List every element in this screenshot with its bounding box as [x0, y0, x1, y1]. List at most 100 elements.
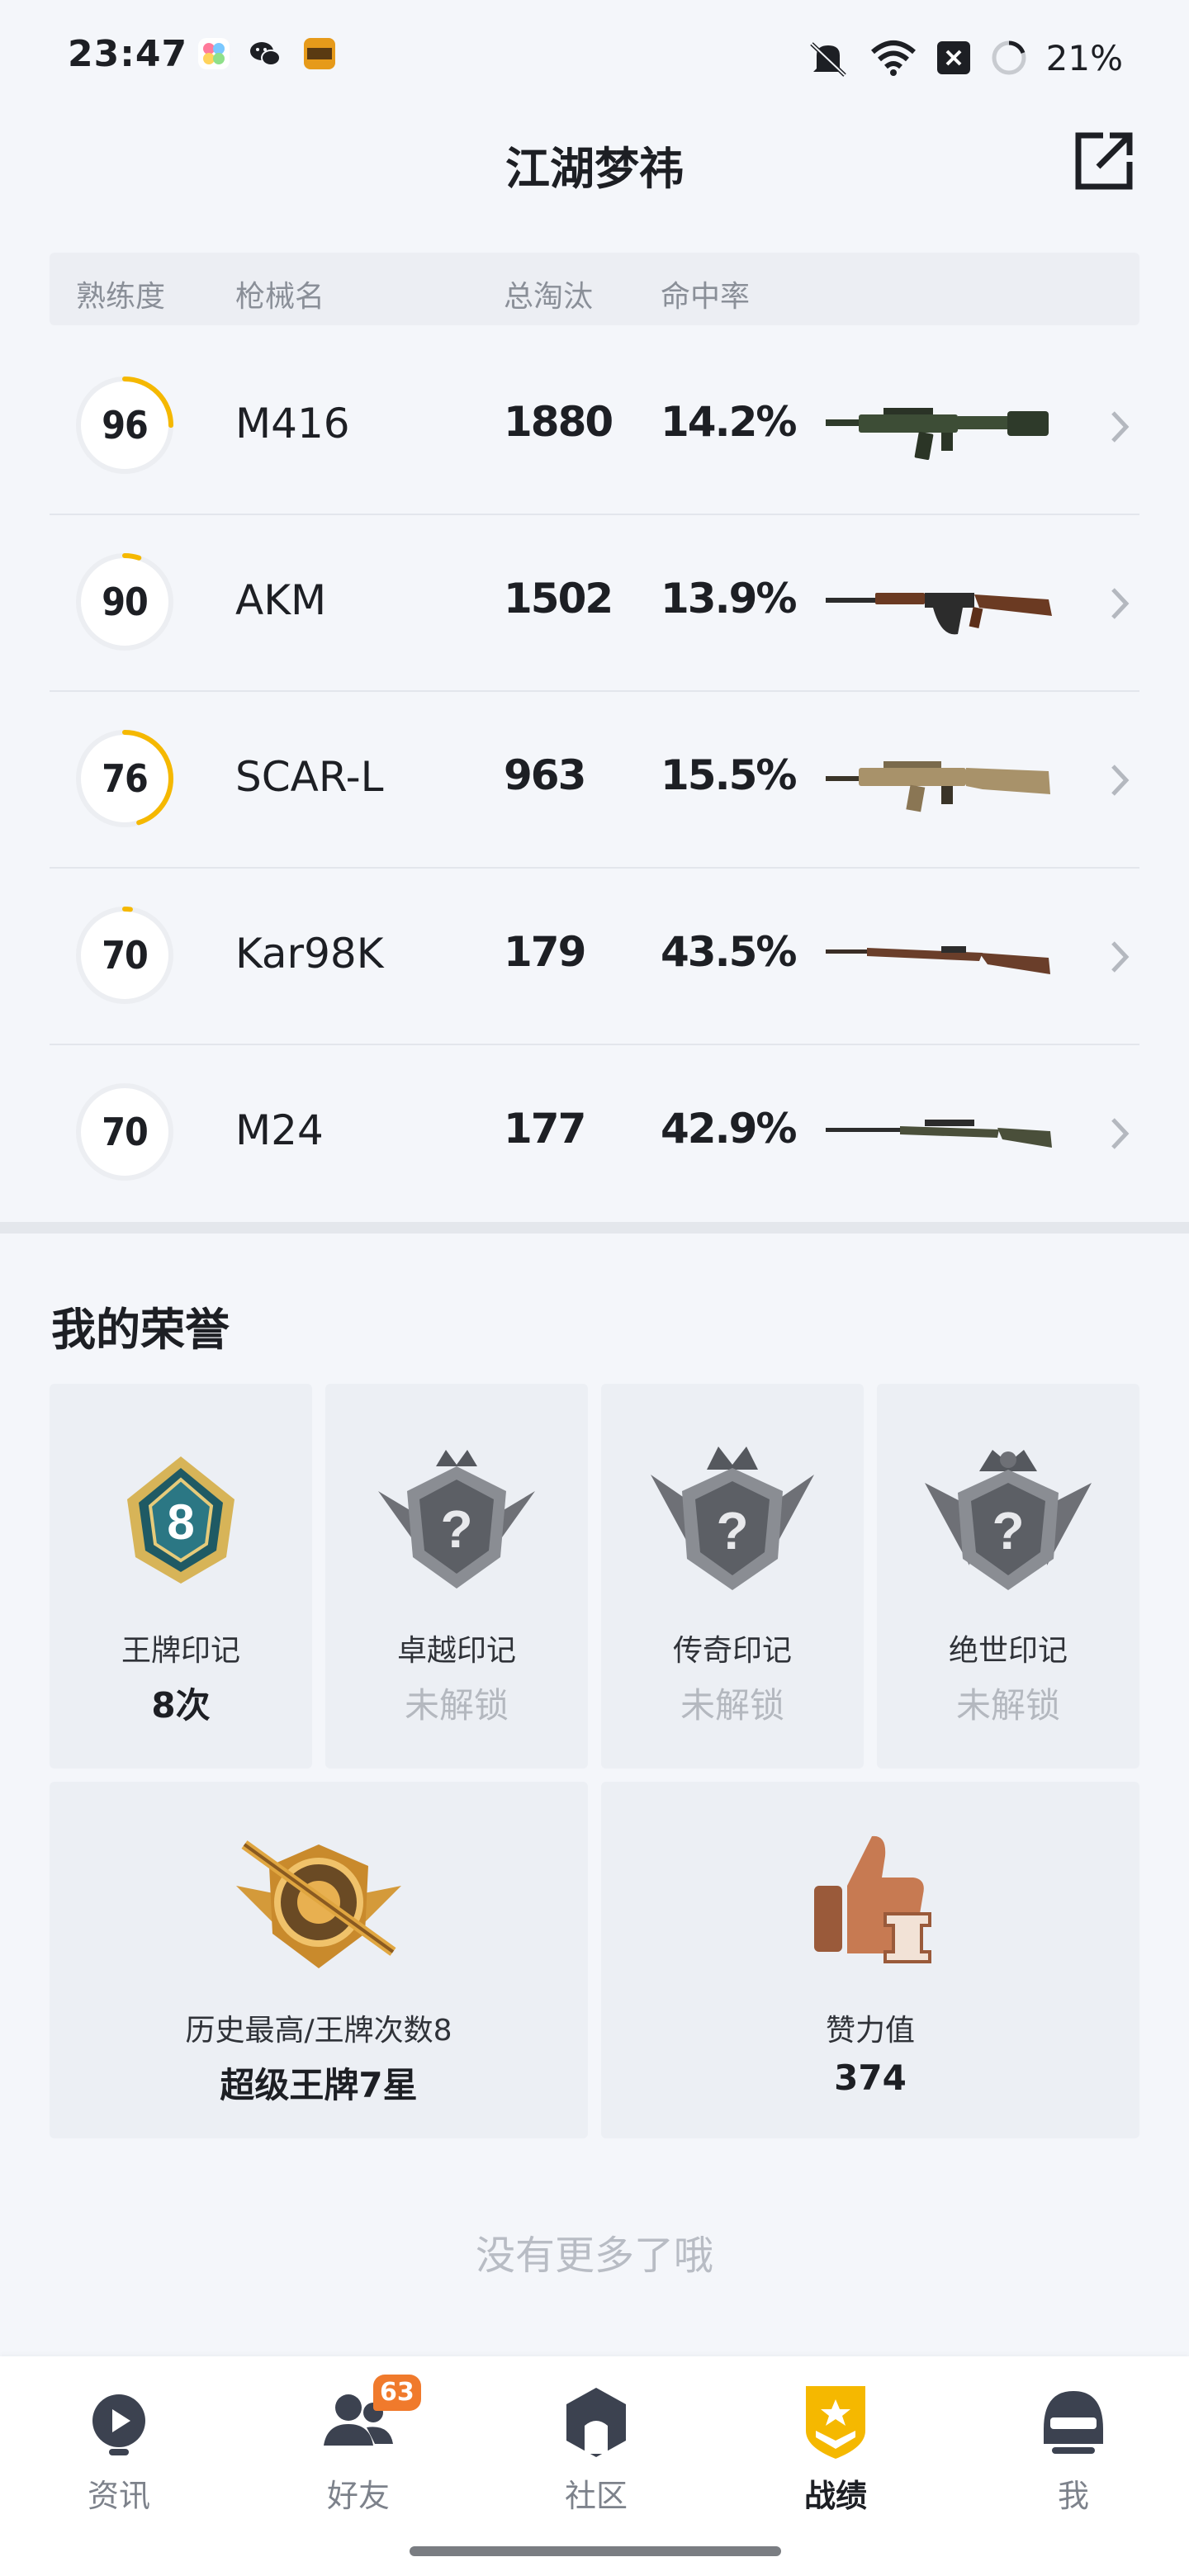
column-accuracy: 命中率 — [661, 280, 751, 314]
weapon-table-header: 熟练度 枪械名 总淘汰 命中率 — [50, 253, 1139, 325]
honor-card-excellence-seal[interactable]: ? 卓越印记 未解锁 — [325, 1384, 588, 1769]
honor-card-legend-seal[interactable]: ? 传奇印记 未解锁 — [601, 1384, 864, 1769]
record-badge-icon — [806, 2386, 865, 2459]
chevron-right-icon — [1111, 588, 1130, 619]
proficiency-value: 70 — [102, 933, 149, 978]
photos-app-icon — [198, 38, 230, 69]
share-external-icon[interactable] — [1070, 127, 1138, 195]
ace-seal-number: 8 — [167, 1494, 194, 1550]
chevron-right-icon — [1111, 765, 1130, 796]
honor-name: 卓越印记 — [396, 1634, 516, 1668]
nav-record[interactable]: 战绩 — [753, 2379, 918, 2545]
weapon-list: 96 M416 1880 14.2% 90 AKM 1502 13.9% 76 … — [50, 339, 1139, 1222]
honor-name: 赞力值 — [825, 2014, 915, 2048]
excellence-seal-badge-icon: ? — [378, 1450, 535, 1589]
legend-seal-badge-icon: ? — [651, 1447, 814, 1590]
svg-text:?: ? — [440, 1499, 472, 1559]
honor-card-highest-rank[interactable]: 历史最高/王牌次数8 超级王牌7星 — [50, 1782, 588, 2138]
nav-me[interactable]: 我 — [991, 2379, 1156, 2545]
proficiency-value: 76 — [102, 756, 149, 801]
nav-label: 资讯 — [87, 2478, 150, 2514]
friends-count-badge: 63 — [373, 2375, 421, 2411]
wechat-icon — [250, 42, 281, 66]
honor-value: 超级王牌7星 — [220, 2065, 418, 2105]
honor-name: 传奇印记 — [672, 1634, 792, 1668]
weapon-kills: 1502 — [504, 575, 613, 623]
honor-value: 未解锁 — [404, 1685, 509, 1726]
weapon-kills: 179 — [504, 928, 586, 976]
peerless-seal-badge-icon: ? — [925, 1450, 1092, 1590]
nav-label: 好友 — [326, 2478, 390, 2514]
akm-rifle-icon — [826, 593, 1052, 635]
mute-icon — [809, 42, 846, 77]
battery-ring-icon — [992, 40, 1026, 75]
status-bar: 23:47 21% — [0, 0, 1189, 116]
m24-rifle-icon — [826, 1120, 1052, 1148]
status-time: 23:47 — [68, 33, 188, 75]
weapon-row[interactable]: 90 AKM 1502 13.9% — [50, 515, 1139, 692]
weapon-accuracy: 14.2% — [661, 398, 797, 446]
game-app-icon — [304, 38, 335, 69]
honor-card-ace-seal[interactable]: 8 王牌印记 8次 — [50, 1384, 312, 1769]
chevron-right-icon — [1111, 411, 1130, 443]
column-kills: 总淘汰 — [504, 280, 594, 314]
nav-label: 我 — [1057, 2478, 1089, 2514]
proficiency-value: 70 — [102, 1110, 149, 1154]
honor-value: 8次 — [151, 1685, 211, 1726]
home-indicator[interactable] — [410, 2546, 781, 2556]
battery-percent: 21% — [1045, 37, 1123, 78]
proficiency-value: 96 — [102, 403, 149, 447]
weapon-name: M24 — [235, 1106, 324, 1154]
weapon-kills: 1880 — [504, 398, 613, 446]
nav-news[interactable]: 资讯 — [36, 2379, 201, 2545]
weapon-row[interactable]: 76 SCAR-L 963 15.5% — [50, 692, 1139, 869]
weapon-name: SCAR-L — [235, 753, 384, 801]
honor-value: 未解锁 — [680, 1685, 784, 1726]
proficiency-value: 90 — [102, 580, 149, 624]
weapon-row[interactable]: 70 M24 177 42.9% — [50, 1045, 1139, 1222]
weapon-accuracy: 15.5% — [661, 751, 797, 799]
nav-community[interactable]: 社区 — [514, 2379, 679, 2545]
nav-friends[interactable]: 63 好友 — [276, 2375, 441, 2545]
end-of-list-text: 没有更多了哦 — [475, 2233, 713, 2279]
honor-value: 未解锁 — [955, 1685, 1060, 1726]
honor-card-peerless-seal[interactable]: ? 绝世印记 未解锁 — [877, 1384, 1139, 1769]
honors-title: 我的荣誉 — [51, 1304, 230, 1356]
m416-rifle-icon — [826, 408, 1049, 461]
honor-name: 绝世印记 — [948, 1634, 1068, 1668]
weapon-row[interactable]: 70 Kar98K 179 43.5% — [50, 869, 1139, 1045]
nav-label: 社区 — [564, 2478, 628, 2514]
column-gun-name: 枪械名 — [235, 280, 325, 314]
svg-text:?: ? — [992, 1501, 1024, 1560]
weapon-accuracy: 42.9% — [661, 1105, 797, 1153]
super-ace-rank-badge-icon — [236, 1840, 401, 1968]
honor-name: 历史最高/王牌次数8 — [185, 2014, 452, 2048]
honor-value: 374 — [834, 2057, 907, 2098]
ace-seal-badge-icon: 8 — [127, 1456, 234, 1584]
svg-text:?: ? — [716, 1501, 748, 1560]
bottom-nav: 资讯 63 好友 社区 战绩 我 — [0, 2356, 1189, 2576]
weapon-name: M416 — [235, 400, 350, 447]
news-icon — [92, 2394, 145, 2455]
weapon-row[interactable]: 96 M416 1880 14.2% — [50, 339, 1139, 515]
scarl-rifle-icon — [826, 761, 1050, 812]
helmet-profile-icon — [1044, 2391, 1103, 2454]
page-title: 江湖梦祎 — [505, 143, 684, 195]
section-divider — [0, 1222, 1189, 1234]
chevron-right-icon — [1111, 941, 1130, 973]
chevron-right-icon — [1111, 1118, 1130, 1149]
weapon-accuracy: 43.5% — [661, 928, 797, 976]
honor-card-praise-value[interactable]: 赞力值 374 — [601, 1782, 1139, 2138]
wifi-icon — [870, 40, 916, 76]
kar98k-rifle-icon — [826, 946, 1050, 974]
sim-off-icon — [936, 41, 970, 74]
column-proficiency: 熟练度 — [76, 280, 166, 314]
weapon-name: Kar98K — [235, 930, 384, 978]
community-icon — [566, 2388, 626, 2457]
thumbs-up-trophy-icon — [814, 1835, 931, 1963]
weapon-kills: 177 — [504, 1105, 586, 1153]
weapon-accuracy: 13.9% — [661, 575, 797, 623]
status-icons: 21% — [805, 33, 1123, 83]
weapon-kills: 963 — [504, 751, 586, 799]
honor-name: 王牌印记 — [121, 1634, 240, 1668]
